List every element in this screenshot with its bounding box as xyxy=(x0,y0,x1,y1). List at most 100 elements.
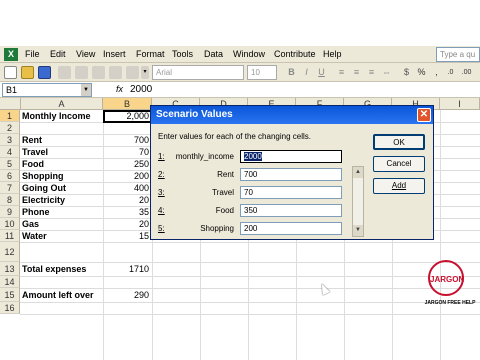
cell-b8[interactable]: 20 xyxy=(104,194,150,206)
row-header[interactable]: 12 xyxy=(0,242,20,262)
align-left-icon[interactable]: ≡ xyxy=(335,66,348,79)
cell-b3[interactable]: 700 xyxy=(104,134,150,146)
cell-a6[interactable]: Shopping xyxy=(21,170,103,182)
ask-question-input[interactable]: Type a qu xyxy=(436,47,480,62)
font-name-select[interactable]: Arial xyxy=(152,65,244,80)
font-size-select[interactable]: 10 xyxy=(247,65,277,80)
row-header[interactable]: 10 xyxy=(0,218,20,230)
cell-a4[interactable]: Travel xyxy=(21,146,103,158)
column-header-b[interactable]: B xyxy=(103,98,152,110)
row-header[interactable]: 3 xyxy=(0,134,20,146)
cell-a13[interactable]: Total expenses xyxy=(21,263,103,275)
cell-a10[interactable]: Gas xyxy=(21,218,103,230)
close-icon[interactable]: ✕ xyxy=(417,108,431,122)
name-box[interactable]: B1 ▼ xyxy=(2,83,92,97)
comma-style-icon[interactable]: , xyxy=(430,66,443,79)
menu-format[interactable]: Format xyxy=(136,49,165,59)
percent-icon[interactable]: % xyxy=(415,66,428,79)
cell-b7[interactable]: 400 xyxy=(104,182,150,194)
cell-b4[interactable]: 70 xyxy=(104,146,150,158)
changing-cell-label: monthly_income xyxy=(175,152,234,161)
changing-cell-input-3[interactable]: 70 xyxy=(240,186,342,199)
changing-cell-label: Travel xyxy=(212,188,234,197)
cell-a15[interactable]: Amount left over xyxy=(21,289,103,301)
row-header[interactable]: 2 xyxy=(0,122,20,134)
menu-help[interactable]: Help xyxy=(323,49,342,59)
open-icon[interactable] xyxy=(21,66,34,79)
merge-center-icon[interactable]: ⇔ xyxy=(380,66,393,79)
spelling-icon[interactable] xyxy=(126,66,139,79)
cell-b13[interactable]: 1710 xyxy=(104,263,150,275)
cell-a3[interactable]: Rent xyxy=(21,134,103,146)
cell-a1[interactable]: Monthly Income xyxy=(21,110,103,122)
cell-b9[interactable]: 35 xyxy=(104,206,150,218)
cell-a7[interactable]: Going Out xyxy=(21,182,103,194)
cell-a11[interactable]: Water xyxy=(21,230,103,242)
new-icon[interactable] xyxy=(4,66,17,79)
bold-icon[interactable]: B xyxy=(285,66,298,79)
email-icon[interactable] xyxy=(75,66,88,79)
changing-cell-label: Food xyxy=(215,206,234,215)
increase-decimal-icon[interactable]: .0 xyxy=(444,66,457,79)
select-all-corner[interactable] xyxy=(0,98,21,110)
row-header[interactable]: 8 xyxy=(0,194,20,206)
align-right-icon[interactable]: ≡ xyxy=(365,66,378,79)
changing-cell-input-2[interactable]: 700 xyxy=(240,168,342,181)
row-header[interactable]: 13 xyxy=(0,262,20,276)
underline-icon[interactable]: U xyxy=(315,66,328,79)
ok-button[interactable]: OK xyxy=(373,134,425,150)
menu-file[interactable]: File xyxy=(25,49,40,59)
column-header-i[interactable]: I xyxy=(440,98,480,110)
dialog-scrollbar[interactable]: ▲ ▼ xyxy=(352,166,364,237)
cell-b6[interactable]: 200 xyxy=(104,170,150,182)
permission-icon[interactable] xyxy=(58,66,71,79)
print-icon[interactable] xyxy=(92,66,105,79)
save-icon[interactable] xyxy=(38,66,51,79)
print-preview-icon[interactable] xyxy=(109,66,122,79)
changing-cell-input-1[interactable]: 2000 xyxy=(240,150,342,163)
menu-data[interactable]: Data xyxy=(204,49,223,59)
dialog-title-bar[interactable]: Scenario Values ✕ xyxy=(151,106,433,124)
menu-window[interactable]: Window xyxy=(233,49,265,59)
align-center-icon[interactable]: ≡ xyxy=(350,66,363,79)
italic-icon[interactable]: I xyxy=(300,66,313,79)
chevron-down-icon[interactable]: ▼ xyxy=(81,84,91,96)
cancel-button[interactable]: Cancel xyxy=(373,156,425,172)
cell-b5[interactable]: 250 xyxy=(104,158,150,170)
changing-cell-input-5[interactable]: 200 xyxy=(240,222,342,235)
row-header[interactable]: 14 xyxy=(0,276,20,288)
row-header[interactable]: 16 xyxy=(0,302,20,314)
formula-input[interactable]: 2000 xyxy=(130,84,152,95)
row-header[interactable]: 5 xyxy=(0,158,20,170)
menu-tools[interactable]: Tools xyxy=(172,49,193,59)
insert-function-icon[interactable]: fx xyxy=(116,84,123,94)
row-header[interactable]: 7 xyxy=(0,182,20,194)
decrease-decimal-icon[interactable]: .00 xyxy=(460,66,473,79)
currency-icon[interactable]: $ xyxy=(400,66,413,79)
column-header-a[interactable]: A xyxy=(21,98,103,110)
row-header[interactable]: 9 xyxy=(0,206,20,218)
cell-a9[interactable]: Phone xyxy=(21,206,103,218)
menu-contribute[interactable]: Contribute xyxy=(274,49,316,59)
cell-b10[interactable]: 20 xyxy=(104,218,150,230)
menu-insert[interactable]: Insert xyxy=(103,49,126,59)
excel-app-icon[interactable]: X xyxy=(4,48,18,61)
menu-edit[interactable]: Edit xyxy=(50,49,66,59)
cell-a8[interactable]: Electricity xyxy=(21,194,103,206)
cell-b15[interactable]: 290 xyxy=(104,289,150,301)
menu-view[interactable]: View xyxy=(76,49,95,59)
toolbar-options-icon[interactable]: ▾ xyxy=(141,66,149,79)
cell-a5[interactable]: Food xyxy=(21,158,103,170)
changing-cell-input-4[interactable]: 350 xyxy=(240,204,342,217)
row-header[interactable]: 15 xyxy=(0,288,20,302)
row-header[interactable]: 1 xyxy=(0,110,20,122)
formula-bar: B1 ▼ fx 2000 xyxy=(0,82,480,98)
cell-b11[interactable]: 15 xyxy=(104,230,150,242)
scroll-up-icon[interactable]: ▲ xyxy=(353,167,363,178)
scenario-values-dialog: Scenario Values ✕ Enter values for each … xyxy=(150,105,434,240)
add-button[interactable]: Add xyxy=(373,178,425,194)
row-header[interactable]: 4 xyxy=(0,146,20,158)
row-header[interactable]: 6 xyxy=(0,170,20,182)
scroll-down-icon[interactable]: ▼ xyxy=(353,225,363,236)
row-header[interactable]: 11 xyxy=(0,230,20,242)
